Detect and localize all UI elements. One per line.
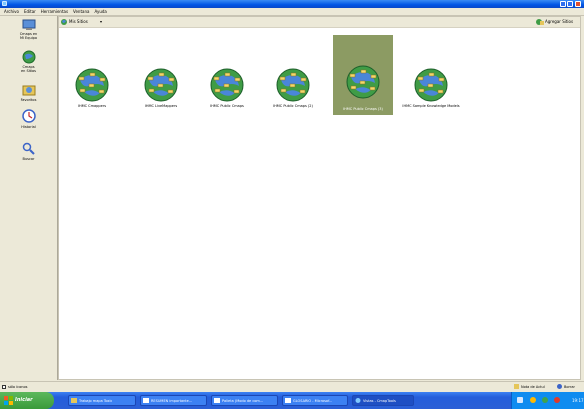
taskbar-item-label: GLOSARIO - Microsof... — [293, 399, 333, 403]
taskbar-item[interactable]: RESUMEN importante... — [140, 395, 207, 406]
site-label: IHMC Sample Knowledge Models — [402, 104, 460, 108]
start-button[interactable]: Iniciar — [0, 392, 54, 409]
taskbar-item-active[interactable]: Vistas - CmapTools — [352, 395, 414, 406]
taskbar-item-label: RESUMEN importante... — [151, 399, 193, 403]
menu-bar: Archivo Editar Herramientas Ventana Ayud… — [0, 8, 584, 16]
globe-icon — [61, 19, 67, 25]
document-icon — [214, 398, 220, 403]
menu-editar[interactable]: Editar — [24, 8, 36, 15]
sites-view: Mis Sitios ▾ Agregar Sitios IHMC Cmapper… — [58, 16, 581, 380]
site-globe-icon — [75, 68, 109, 102]
delete-icon — [557, 384, 562, 389]
antivirus-icon[interactable] — [542, 397, 548, 403]
icons-only-label: sólo íconos — [8, 385, 28, 389]
menu-archivo[interactable]: Archivo — [4, 8, 19, 15]
location-dropdown[interactable]: Mis Sitios — [69, 19, 88, 25]
close-button[interactable] — [575, 1, 581, 7]
start-label: Iniciar — [15, 397, 33, 403]
menu-herramientas[interactable]: Herramientas — [41, 8, 68, 15]
sidebar-item-label: Cmaps en Sitios — [21, 65, 36, 73]
favorites-icon — [22, 85, 35, 96]
site-globe-icon — [346, 65, 380, 99]
site-item[interactable]: IHMC Sample Knowledge Models — [401, 61, 461, 115]
windows-logo-icon — [4, 396, 13, 405]
search-icon — [22, 142, 35, 155]
site-item[interactable]: IHMC Public Cmaps (2) — [263, 61, 323, 115]
sidebar-item-sites[interactable]: Cmaps en Sitios — [3, 50, 54, 77]
site-label: IHMC Cmappers — [77, 104, 107, 108]
add-site-icon — [536, 19, 544, 25]
site-globe-icon — [144, 68, 178, 102]
sidebar-item-label: Cmaps en Mi Equipo — [19, 32, 38, 40]
delete-label: Borrar — [564, 385, 575, 389]
minimize-button[interactable] — [560, 1, 566, 7]
title-bar — [0, 0, 584, 8]
sidebar: Cmaps en Mi Equipo Cmaps en Sitios Favor… — [0, 16, 58, 380]
site-label: IHMC Public Cmaps (2) — [273, 104, 313, 108]
add-site-button[interactable]: Agregar Sitios — [545, 19, 573, 25]
taskbar-item-label: Trabajo mapa Toxic — [79, 399, 113, 403]
volume-icon[interactable] — [554, 397, 560, 403]
note-icon — [514, 384, 519, 389]
system-tray: 19:17 — [511, 392, 584, 409]
sidebar-item-history[interactable]: Historial — [3, 109, 54, 132]
site-label: IHMC Public Cmaps — [210, 104, 244, 108]
taskbar-item[interactable]: Palieta (Modo de com... — [211, 395, 278, 406]
location-toolbar: Mis Sitios ▾ Agregar Sitios — [59, 17, 580, 28]
sidebar-item-label: Favoritos — [20, 98, 37, 102]
icons-only-checkbox[interactable] — [2, 385, 6, 389]
sidebar-item-label: Buscar — [22, 157, 35, 161]
sidebar-item-label: Historial — [21, 125, 36, 129]
taskbar: Iniciar Trabajo mapa Toxic RESUMEN impor… — [0, 392, 584, 409]
document-icon — [285, 398, 291, 403]
clock: 19:17 — [572, 398, 584, 403]
site-label: IHMC LiveMappers — [144, 104, 178, 108]
taskbar-item[interactable]: Trabajo mapa Toxic — [68, 395, 136, 406]
site-item-selected[interactable]: IHMC Public Cmaps (3) — [333, 35, 393, 115]
menu-ventana[interactable]: Ventana — [73, 8, 89, 15]
site-item[interactable]: IHMC LiveMappers — [131, 61, 191, 115]
new-note-label: Nota de Actul — [521, 385, 545, 389]
network-globe-icon — [22, 50, 35, 64]
app-icon — [2, 1, 7, 6]
site-globe-icon — [414, 68, 448, 102]
site-globe-icon — [276, 68, 310, 102]
chevron-down-icon[interactable]: ▾ — [100, 19, 102, 25]
sidebar-item-favorites[interactable]: Favoritos — [3, 83, 54, 106]
cmaptools-icon — [355, 398, 361, 403]
sidebar-item-my-computer[interactable]: Cmaps en Mi Equipo — [3, 19, 54, 45]
status-bar: sólo íconos Nota de Actul Borrar — [0, 381, 584, 392]
taskbar-item[interactable]: GLOSARIO - Microsof... — [282, 395, 348, 406]
computer-icon — [22, 19, 35, 30]
maximize-button[interactable] — [567, 1, 573, 7]
site-item[interactable]: IHMC Cmappers — [62, 61, 122, 115]
taskbar-item-label: Palieta (Modo de com... — [222, 399, 264, 403]
network-icon[interactable] — [530, 397, 536, 403]
sidebar-item-search[interactable]: Buscar — [3, 142, 54, 164]
folder-icon — [71, 398, 77, 403]
site-globe-icon — [210, 68, 244, 102]
taskbar-item-label: Vistas - CmapTools — [363, 399, 396, 403]
site-label: IHMC Public Cmaps (3) — [343, 107, 383, 111]
document-icon — [143, 398, 149, 403]
site-item[interactable]: IHMC Public Cmaps — [197, 61, 257, 115]
menu-ayuda[interactable]: Ayuda — [94, 8, 106, 15]
history-icon — [21, 109, 36, 123]
language-icon[interactable] — [517, 397, 523, 403]
